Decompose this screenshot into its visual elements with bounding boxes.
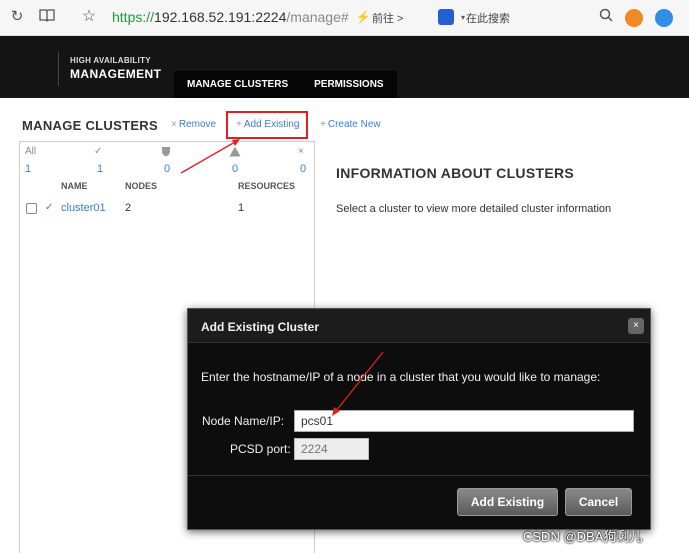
count-shield[interactable]: 0 [164, 163, 170, 175]
col-header-resources[interactable]: RESOURCES [238, 181, 295, 191]
info-text: Select a cluster to view more detailed c… [336, 203, 612, 215]
pcsd-port-input[interactable] [294, 438, 369, 460]
shield-status-icon[interactable] [161, 146, 171, 160]
url-host: 192.168.52.191:2224 [154, 9, 287, 25]
cluster-name-link[interactable]: cluster01 [61, 202, 106, 214]
col-header-name[interactable]: NAME [61, 181, 88, 191]
goto-button[interactable]: 前往 > [372, 10, 403, 26]
info-title: INFORMATION ABOUT CLUSTERS [336, 165, 575, 181]
cluster-resource-count: 1 [238, 202, 245, 214]
page: ↻ ☆ https://192.168.52.191:2224/manage# … [0, 0, 689, 553]
url-scheme: https:// [112, 9, 155, 25]
close-icon[interactable]: × [628, 318, 644, 334]
infinity-icon[interactable] [655, 9, 673, 27]
ok-status-icon[interactable]: ✓ [94, 146, 102, 157]
col-header-nodes[interactable]: NODES [125, 181, 157, 191]
warning-status-icon[interactable] [229, 146, 241, 160]
browser-toolbar: ↻ ☆ https://192.168.52.191:2224/manage# … [0, 0, 689, 36]
page-title: MANAGE CLUSTERS [22, 118, 158, 133]
create-new-button[interactable]: + Create New [320, 119, 381, 130]
create-new-label: Create New [327, 119, 381, 130]
gamepad-icon[interactable] [625, 9, 643, 27]
dialog-header: Add Existing Cluster × [188, 309, 650, 343]
error-status-icon[interactable]: × [298, 146, 304, 157]
pcsd-port-label: PCSD port: [230, 442, 291, 456]
row-checkbox[interactable] [26, 203, 37, 214]
cancel-button[interactable]: Cancel [565, 488, 632, 516]
dialog-footer-divider [188, 475, 650, 476]
add-existing-submit-button[interactable]: Add Existing [457, 488, 558, 516]
dialog-title: Add Existing Cluster [201, 320, 320, 334]
cluster-node-count: 2 [125, 202, 132, 214]
count-all[interactable]: 1 [25, 163, 31, 175]
tab-permissions[interactable]: PERMISSIONS [301, 71, 396, 98]
remove-button[interactable]: × Remove [171, 119, 216, 130]
node-name-input[interactable] [294, 410, 634, 432]
annotation-highlight-box [226, 111, 308, 139]
plus-icon: + [320, 119, 326, 130]
count-warning[interactable]: 0 [232, 163, 238, 175]
node-name-label: Node Name/IP: [202, 414, 285, 428]
brand-subtitle: HIGH AVAILABILITY [70, 56, 151, 65]
add-existing-cluster-dialog: Add Existing Cluster × Enter the hostnam… [187, 308, 651, 530]
app-header: HIGH AVAILABILITY MANAGEMENT MANAGE CLUS… [0, 36, 689, 98]
remove-label: Remove [178, 119, 217, 130]
count-error[interactable]: 0 [300, 163, 306, 175]
browser-search-input[interactable]: 在此搜索 [466, 10, 510, 26]
reader-icon[interactable] [38, 8, 56, 26]
baidu-paw-icon[interactable]: 🐾 [438, 9, 454, 25]
watermark: CSDN @DBA狗剩儿 [523, 529, 643, 544]
brand-title: MANAGEMENT [70, 67, 162, 81]
address-bar[interactable]: https://192.168.52.191:2224/manage# [112, 9, 349, 25]
filter-all-header[interactable]: All [25, 146, 36, 157]
reload-icon[interactable]: ↻ [8, 8, 26, 26]
star-icon[interactable]: ☆ [80, 8, 98, 26]
tab-manage-clusters[interactable]: MANAGE CLUSTERS [174, 71, 301, 98]
remove-icon: × [171, 119, 177, 130]
main-tabs: MANAGE CLUSTERS PERMISSIONS [174, 71, 397, 98]
dialog-message: Enter the hostname/IP of a node in a clu… [201, 370, 601, 384]
brand-divider [58, 52, 59, 86]
url-path: /manage# [286, 9, 349, 25]
lightning-icon: ⚡ [355, 10, 371, 24]
search-icon[interactable] [597, 8, 615, 26]
count-ok[interactable]: 1 [97, 163, 103, 175]
row-ok-icon: ✓ [45, 202, 54, 213]
